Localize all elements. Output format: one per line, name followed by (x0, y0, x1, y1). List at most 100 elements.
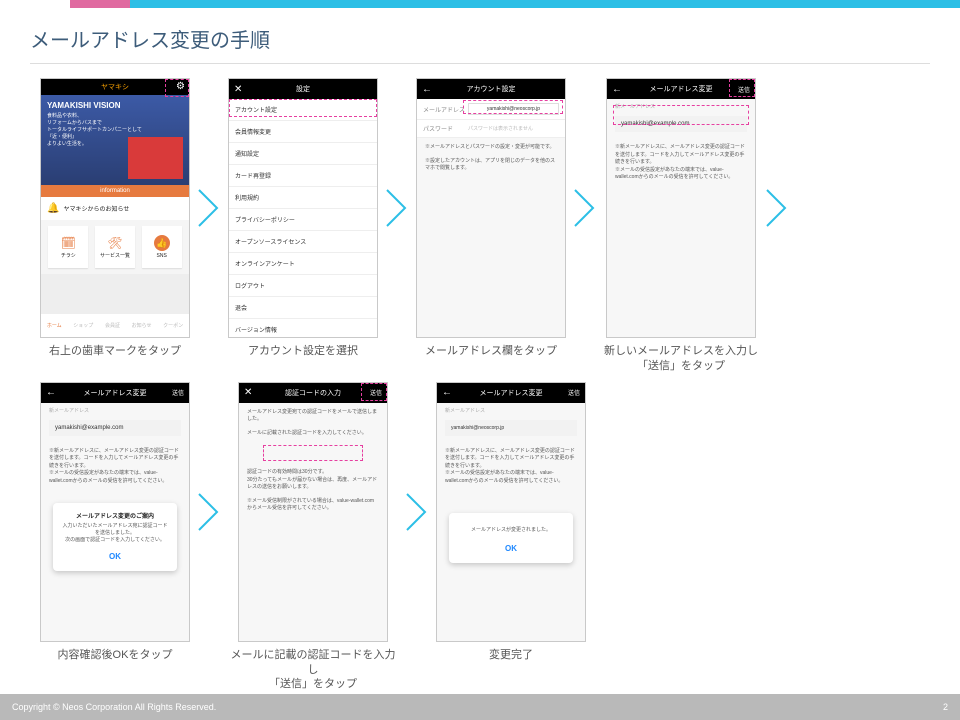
arrow-icon (194, 78, 224, 338)
step-row-1: ヤマキシ ⚙ YAMAKISHI VISION 食料品や衣料、 リフォームからバ… (40, 78, 950, 374)
password-field[interactable]: パスワード パスワードは表示されません (417, 120, 565, 138)
step-caption: メールアドレス欄をタップ (425, 344, 557, 359)
highlight-email (463, 100, 563, 114)
highlight-gear (165, 79, 189, 97)
tile-services[interactable]: 🛠 サービス一覧 (95, 226, 135, 268)
thumb-icon: 👍 (154, 235, 170, 251)
item-member[interactable]: 会員情報変更 (229, 121, 377, 143)
ok-button[interactable]: OK (457, 542, 565, 555)
phone-screen-6: ✕ 認証コードの入力 送信 メールアドレス変更宛ての認証コードをメールで送信しま… (238, 382, 388, 642)
email-label: メールアドレス (423, 105, 468, 114)
field-label: 新メールアドレス (437, 403, 585, 414)
info-text: ※メール受信制限がされている場合は、value-wallet.comからメール受… (239, 498, 387, 519)
step-4: ← メールアドレス変更 送信 新メールアドレス yamakishi@exampl… (604, 78, 758, 374)
header-title: 認証コードの入力 (285, 388, 341, 398)
dialog-body: メールアドレスが変更されました。 (457, 527, 565, 534)
phone-screen-2: ✕ 設定 アカウント設定 会員情報変更 通知設定 カード再登録 利用規約 プライ… (228, 78, 378, 338)
back-icon[interactable]: ← (422, 84, 432, 95)
copyright: Copyright © Neos Corporation All Rights … (12, 702, 216, 712)
page-title: メールアドレス変更の手順 (0, 8, 960, 63)
tile-sns[interactable]: 👍SNS (142, 226, 182, 268)
item-logout[interactable]: ログアウト (229, 275, 377, 297)
tab-bar: ホーム ショップ 会員証 お知らせ クーポン (41, 313, 189, 337)
back-icon[interactable]: ← (442, 387, 452, 398)
code-input-highlight[interactable] (263, 445, 363, 461)
notice-bar[interactable]: 🔔 ヤマキシからのお知らせ (41, 197, 189, 220)
hero-title: YAMAKISHI VISION (47, 101, 183, 110)
send-button[interactable]: 送信 (568, 388, 580, 397)
item-survey[interactable]: オンラインアンケート (229, 253, 377, 275)
arrow-icon (762, 78, 792, 338)
ok-button[interactable]: OK (61, 550, 169, 563)
screen-header: ← メールアドレス変更 送信 (41, 383, 189, 403)
item-card[interactable]: カード再登録 (229, 165, 377, 187)
info-text: メールに記載された認証コードを入力してください。 (239, 430, 387, 444)
step-caption: アカウント設定を選択 (248, 344, 358, 359)
tile-flyer[interactable]: 🗓 チラシ (48, 226, 88, 268)
arrow-icon (570, 78, 600, 338)
item-privacy[interactable]: プライバシーポリシー (229, 209, 377, 231)
item-notify[interactable]: 通知設定 (229, 143, 377, 165)
arrow-icon (402, 382, 432, 642)
hero-banner: YAMAKISHI VISION 食料品や衣料、 リフォームからバスまで トータ… (41, 95, 189, 185)
screen-header: ✕ 設定 (229, 79, 377, 99)
step-caption: 右上の歯車マークをタップ (49, 344, 181, 359)
step-caption: 変更完了 (489, 648, 533, 663)
phone-screen-4: ← メールアドレス変更 送信 新メールアドレス yamakishi@exampl… (606, 78, 756, 338)
step-2: ✕ 設定 アカウント設定 会員情報変更 通知設定 カード再登録 利用規約 プライ… (228, 78, 378, 359)
tile-label: サービス一覧 (100, 252, 130, 259)
note-text: ※新メールアドレスに、メールアドレス変更の認証コードを送付します。コードを入力し… (437, 442, 585, 492)
step-3: ← アカウント設定 メールアドレス yamakishi@neoscorp.jp … (416, 78, 566, 359)
store-image (128, 137, 183, 179)
highlight-input (613, 105, 749, 125)
item-oss[interactable]: オープンソースライセンス (229, 231, 377, 253)
tab-notice[interactable]: お知らせ (132, 322, 152, 329)
tab-home[interactable]: ホーム (47, 322, 62, 329)
arrow-icon (194, 382, 224, 642)
note-text: ※新メールアドレスに、メールアドレス変更の認証コードを送付します。コードを入力し… (607, 138, 755, 188)
header-title: アカウント設定 (467, 84, 516, 94)
item-version[interactable]: バージョン情報 (229, 319, 377, 338)
send-button[interactable]: 送信 (172, 388, 184, 397)
phone-screen-7: ← メールアドレス変更 送信 新メールアドレス yamakishi@neosco… (436, 382, 586, 642)
info-text: 認証コードの有効時間は30分です。 30分たってもメールが届かない場合は、再度、… (239, 463, 387, 498)
highlight-send (729, 79, 755, 97)
tools-icon: 🛠 (107, 236, 122, 250)
divider (30, 63, 930, 64)
step-5: ← メールアドレス変更 送信 新メールアドレス yamakishi@exampl… (40, 382, 190, 663)
email-input[interactable]: yamakishi@example.com (49, 420, 181, 436)
tab-shop[interactable]: ショップ (73, 322, 93, 329)
phone-screen-3: ← アカウント設定 メールアドレス yamakishi@neoscorp.jp … (416, 78, 566, 338)
confirm-dialog: メールアドレス変更のご案内 入力いただいたメールアドレス宛に認証コードを送信しま… (53, 503, 177, 571)
password-placeholder: パスワードは表示されません (468, 125, 559, 132)
back-icon[interactable]: ← (612, 84, 622, 95)
note-text: ※新メールアドレスに、メールアドレス変更の認証コードを送付します。コードを入力し… (41, 442, 189, 492)
arrow-icon (382, 78, 412, 338)
info-text: メールアドレス変更宛ての認証コードをメールで送信しました。 (239, 403, 387, 430)
dialog-title: メールアドレス変更のご案内 (61, 511, 169, 520)
header-title: メールアドレス変更 (480, 388, 543, 398)
tab-card[interactable]: 会員証 (105, 322, 120, 329)
flyer-icon: 🗓 (61, 236, 76, 250)
back-icon[interactable]: ← (46, 387, 56, 398)
note-text: ※メールアドレスとパスワードの設定・変更が可能です。 (417, 138, 565, 158)
step-row-2: ← メールアドレス変更 送信 新メールアドレス yamakishi@exampl… (40, 382, 950, 693)
header-title: 設定 (296, 84, 310, 94)
step-caption: 新しいメールアドレスを入力し 「送信」をタップ (604, 344, 758, 374)
highlight-account (229, 99, 377, 117)
close-icon[interactable]: ✕ (234, 84, 242, 95)
tile-row: 🗓 チラシ 🛠 サービス一覧 👍SNS (41, 220, 189, 274)
close-icon[interactable]: ✕ (244, 387, 252, 398)
item-quit[interactable]: 退会 (229, 297, 377, 319)
step-1: ヤマキシ ⚙ YAMAKISHI VISION 食料品や衣料、 リフォームからバ… (40, 78, 190, 359)
tab-coupon[interactable]: クーポン (163, 322, 183, 329)
tile-label: チラシ (61, 252, 76, 259)
header-title: メールアドレス変更 (650, 84, 713, 94)
highlight-send (361, 383, 387, 401)
screen-header: ← メールアドレス変更 送信 (437, 383, 585, 403)
item-terms[interactable]: 利用規約 (229, 187, 377, 209)
email-input[interactable]: yamakishi@neoscorp.jp (445, 420, 577, 436)
password-label: パスワード (423, 124, 468, 133)
bell-icon: 🔔 (47, 203, 59, 214)
step-caption: メールに記載の認証コードを入力し 「送信」をタップ (228, 648, 398, 693)
